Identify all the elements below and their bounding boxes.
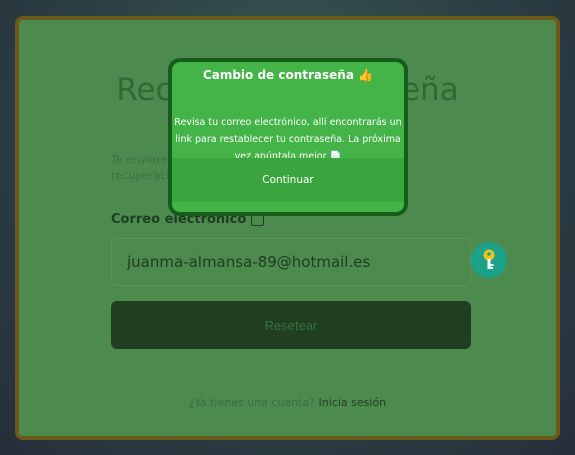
footer: ¿Ya tienes una cuenta? Inicia sesión — [19, 396, 556, 409]
key-button[interactable] — [471, 242, 507, 278]
modal-title: Cambio de contraseña 👍 — [202, 68, 374, 82]
key-icon — [483, 249, 495, 269]
email-input[interactable] — [111, 238, 471, 286]
reset-button[interactable]: Resetear — [111, 301, 471, 349]
footer-text: ¿Ya tienes una cuenta? — [188, 396, 316, 409]
password-change-modal: Cambio de contraseña 👍 Revisa tu correo … — [168, 58, 408, 216]
login-link[interactable]: Inicia sesión — [319, 396, 387, 409]
continue-button[interactable]: Continuar — [172, 158, 404, 202]
